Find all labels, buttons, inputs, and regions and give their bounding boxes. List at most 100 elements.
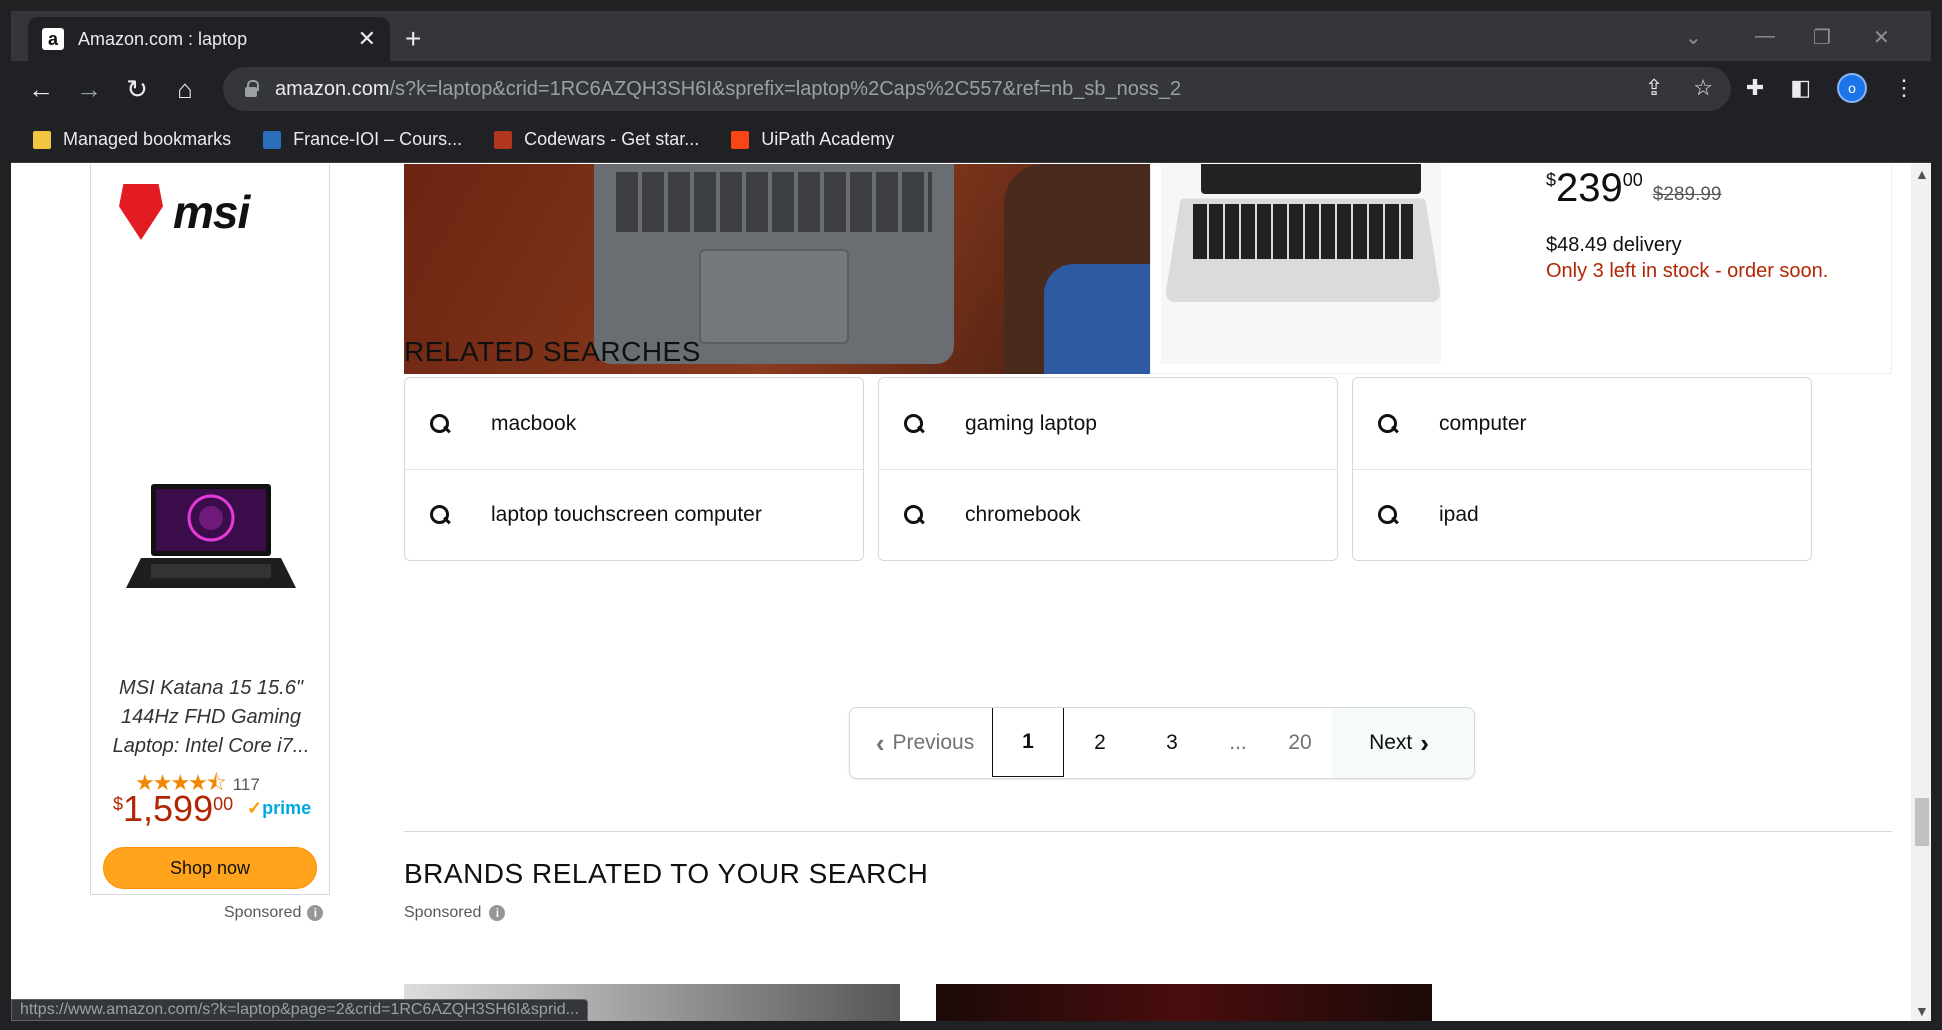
lock-icon[interactable] — [243, 80, 259, 98]
ad-sponsored-label[interactable]: Sponsored i — [224, 904, 324, 922]
bookmark-uipath[interactable]: UiPath Academy — [731, 129, 894, 150]
list-price: $289.99 — [1652, 184, 1722, 205]
brands-sponsored-label[interactable]: Sponsored i — [404, 904, 506, 922]
sleeve-graphic — [1044, 264, 1150, 374]
back-arrow-icon[interactable]: ← — [17, 74, 65, 105]
sponsored-text: Sponsored — [404, 904, 482, 921]
related-column: macbook laptop touchscreen computer — [404, 377, 864, 561]
brands-section-title: BRANDS RELATED TO YOUR SEARCH — [404, 858, 929, 889]
extensions-icon[interactable]: ✚ — [1746, 75, 1764, 101]
info-icon[interactable]: i — [307, 905, 324, 921]
bookmarks-bar: Managed bookmarks France-IOI – Cours... … — [11, 117, 1931, 163]
tab-strip: a Amazon.com : laptop ✕ + ⌄ — ❐ ✕ — [11, 11, 1931, 61]
price-fraction: 00 — [1622, 170, 1643, 190]
page-scrollbar[interactable]: ▲ ▼ — [1911, 164, 1931, 1021]
new-tab-button[interactable]: + — [405, 23, 421, 55]
brand-name: msi — [173, 186, 250, 238]
search-icon — [429, 504, 451, 526]
previous-page-button[interactable]: ‹ Previous — [850, 708, 992, 778]
related-search-item[interactable]: computer — [1353, 378, 1811, 469]
price-whole: 239 — [1556, 166, 1623, 210]
page-2-link[interactable]: 2 — [1064, 708, 1136, 778]
bookmark-label: Codewars - Get star... — [524, 129, 700, 149]
share-icon[interactable]: ⇪ — [1645, 75, 1663, 101]
ad-product-title[interactable]: MSI Katana 15 15.6" 144Hz FHD Gaming Lap… — [105, 674, 317, 761]
search-icon — [903, 504, 925, 526]
sponsored-ad[interactable]: msi MSI Katana 15 15.6" 144Hz FHD Gaming… — [90, 164, 330, 895]
hp-laptop-image[interactable] — [1161, 164, 1442, 364]
tab-close-icon[interactable]: ✕ — [358, 26, 376, 52]
bookmark-france-ioi[interactable]: France-IOI – Cours... — [263, 129, 462, 150]
related-search-item[interactable]: chromebook — [879, 469, 1337, 560]
bookmark-star-icon[interactable]: ☆ — [1693, 75, 1713, 101]
related-search-label: macbook — [491, 411, 577, 435]
related-searches-title: RELATED SEARCHES — [404, 336, 701, 367]
related-search-item[interactable]: ipad — [1353, 469, 1811, 560]
home-icon[interactable]: ⌂ — [161, 74, 209, 105]
bookmark-label: Managed bookmarks — [63, 129, 232, 149]
bookmark-label: France-IOI – Cours... — [293, 129, 463, 149]
scroll-down-icon[interactable]: ▼ — [1915, 1003, 1929, 1019]
msi-logo[interactable]: msi — [119, 184, 250, 240]
search-icon — [1377, 413, 1399, 435]
minimize-icon[interactable]: — — [1755, 25, 1775, 48]
related-column: gaming laptop chromebook — [878, 377, 1338, 561]
pagination: ‹ Previous 1 2 3 ... 20 Next › — [849, 707, 1475, 779]
related-search-item[interactable]: macbook — [405, 378, 863, 469]
brand-banner-image[interactable] — [936, 984, 1432, 1021]
uipath-favicon-icon — [731, 130, 750, 149]
sponsored-text: Sponsored — [224, 904, 302, 921]
laptop-keyboard-graphic — [594, 164, 954, 364]
url-path: /s?k=laptop&crid=1RC6AZQH3SH6I&sprefix=l… — [389, 77, 1182, 100]
profile-avatar[interactable]: o — [1837, 73, 1867, 103]
next-label: Next — [1369, 731, 1413, 754]
price-fraction: 00 — [213, 794, 234, 814]
bookmark-codewars[interactable]: Codewars - Get star... — [494, 129, 699, 150]
tab-title: Amazon.com : laptop — [78, 28, 248, 49]
address-bar[interactable]: amazon.com /s?k=laptop&crid=1RC6AZQH3SH6… — [223, 67, 1731, 111]
page-1-current[interactable]: 1 — [992, 708, 1064, 777]
next-page-button[interactable]: Next › — [1332, 708, 1474, 778]
related-search-label: chromebook — [965, 503, 1081, 526]
shop-now-button[interactable]: Shop now — [103, 847, 317, 889]
search-icon — [1377, 504, 1399, 526]
related-search-item[interactable]: gaming laptop — [879, 378, 1337, 469]
menu-kebab-icon[interactable]: ⋮ — [1893, 75, 1915, 101]
browser-toolbar: ← → ↻ ⌂ amazon.com /s?k=laptop&crid=1RC6… — [11, 61, 1931, 117]
info-icon[interactable]: i — [489, 905, 506, 921]
bookmark-managed[interactable]: Managed bookmarks — [33, 129, 231, 150]
related-search-label: ipad — [1439, 503, 1479, 526]
side-panel-icon[interactable]: ◧ — [1790, 75, 1811, 101]
gaming-laptop-image[interactable] — [121, 484, 301, 614]
chevron-left-icon: ‹ — [875, 727, 885, 758]
forward-arrow-icon[interactable]: → — [65, 74, 113, 105]
restore-icon[interactable]: ❐ — [1813, 25, 1831, 50]
scrollbar-thumb[interactable] — [1915, 798, 1929, 846]
bookmark-label: UiPath Academy — [761, 129, 895, 149]
related-column: computer ipad — [1352, 377, 1812, 561]
previous-label: Previous — [892, 731, 975, 754]
related-search-item[interactable]: laptop touchscreen computer — [405, 469, 863, 560]
prime-badge: ✓prime — [247, 798, 311, 819]
close-window-icon[interactable]: ✕ — [1873, 25, 1890, 50]
reload-icon[interactable]: ↻ — [113, 74, 161, 105]
related-search-label: gaming laptop — [965, 411, 1097, 435]
page-3-link[interactable]: 3 — [1136, 708, 1208, 778]
codewars-favicon-icon — [494, 130, 513, 149]
related-searches-grid: macbook laptop touchscreen computer gami… — [404, 377, 1812, 561]
product-card[interactable]: $ 239 00 $289.99 $48.49 delivery Only 3 … — [1150, 164, 1892, 374]
chevron-right-icon: › — [1420, 727, 1429, 758]
prime-label: prime — [262, 798, 312, 818]
tab-amazon[interactable]: a Amazon.com : laptop ✕ — [28, 17, 390, 61]
product-price: $ 239 00 $289.99 — [1546, 166, 1721, 210]
link-status-bubble: https://www.amazon.com/s?k=laptop&page=2… — [11, 999, 588, 1021]
ad-price: $ 1,599 00 — [113, 788, 233, 830]
price-currency: $ — [1546, 170, 1557, 190]
scroll-up-icon[interactable]: ▲ — [1915, 166, 1929, 182]
folder-icon — [33, 130, 51, 149]
page-20-link[interactable]: 20 — [1268, 708, 1332, 778]
price-currency: $ — [113, 794, 124, 814]
pagination-ellipsis: ... — [1229, 731, 1247, 754]
tab-search-icon[interactable]: ⌄ — [1685, 25, 1702, 50]
prime-check-icon: ✓ — [247, 798, 263, 818]
